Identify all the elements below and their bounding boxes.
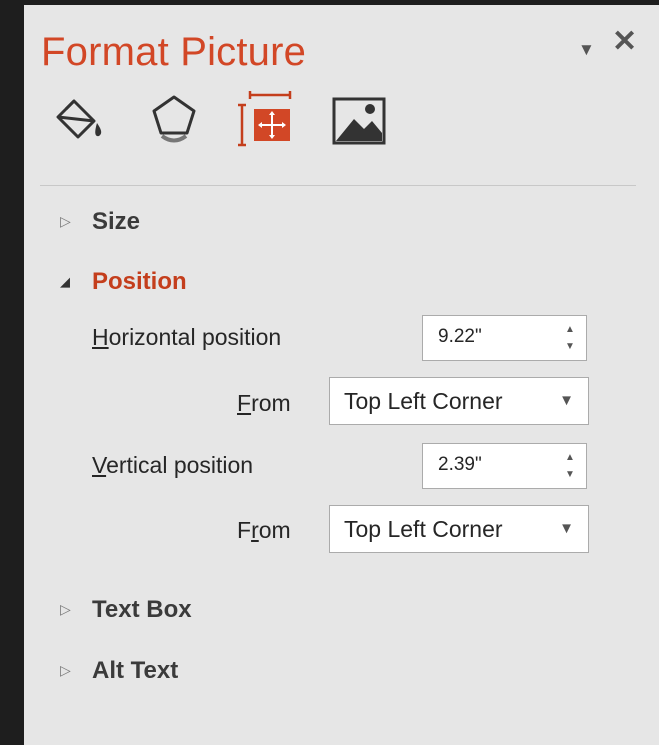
spinner-arrows[interactable]: ▲ ▼ <box>562 449 578 483</box>
vertical-position-spinner[interactable]: 2.39" ▲ ▼ <box>422 443 587 489</box>
section-size[interactable]: ▷ Size <box>24 206 644 242</box>
expand-arrow-icon: ▷ <box>60 213 71 229</box>
horizontal-position-label: Horizontal position <box>92 324 282 350</box>
chevron-down-icon[interactable]: ▼ <box>559 520 574 537</box>
spinner-arrows[interactable]: ▲ ▼ <box>562 321 578 355</box>
chevron-down-icon[interactable]: ▼ <box>559 392 574 409</box>
horizontal-from-label: From <box>237 390 291 416</box>
section-position-label: Position <box>92 268 187 295</box>
expand-arrow-icon: ▷ <box>60 662 71 678</box>
section-alt-text-label: Alt Text <box>92 657 179 684</box>
spin-up-icon[interactable]: ▲ <box>562 449 578 466</box>
vertical-position-label: Vertical position <box>92 452 254 478</box>
section-text-box[interactable]: ▷ Text Box <box>24 594 644 630</box>
spin-down-icon[interactable]: ▼ <box>562 338 578 355</box>
section-position[interactable]: ◢ Position <box>24 266 644 302</box>
pentagon-icon[interactable] <box>146 89 204 145</box>
expand-arrow-icon: ▷ <box>60 601 71 617</box>
vertical-from-dropdown[interactable]: Top Left Corner ▼ <box>329 505 589 553</box>
horizontal-from-value: Top Left Corner <box>344 388 503 414</box>
section-alt-text[interactable]: ▷ Alt Text <box>24 655 644 691</box>
pane-title: Format Picture <box>41 30 307 74</box>
section-text-box-label: Text Box <box>92 596 192 623</box>
size-position-icon[interactable] <box>236 89 294 147</box>
horizontal-from-dropdown[interactable]: Top Left Corner ▼ <box>329 377 589 425</box>
collapse-arrow-icon: ◢ <box>60 274 70 289</box>
spin-up-icon[interactable]: ▲ <box>562 321 578 338</box>
format-picture-pane: Format Picture ▼ ✕ ▷ Size ◢ Position Hor… <box>24 5 659 745</box>
paint-bucket-icon[interactable] <box>54 89 112 145</box>
section-size-label: Size <box>92 208 141 235</box>
vertical-from-label: From <box>237 517 291 543</box>
horizontal-position-value[interactable]: 9.22" <box>438 326 482 348</box>
tab-divider <box>40 185 636 186</box>
close-icon[interactable]: ✕ <box>612 27 637 57</box>
picture-icon[interactable] <box>328 89 386 145</box>
vertical-position-value[interactable]: 2.39" <box>438 454 482 476</box>
spin-down-icon[interactable]: ▼ <box>562 466 578 483</box>
horizontal-position-spinner[interactable]: 9.22" ▲ ▼ <box>422 315 587 361</box>
vertical-from-value: Top Left Corner <box>344 516 503 542</box>
pane-options-icon[interactable]: ▼ <box>578 35 595 65</box>
